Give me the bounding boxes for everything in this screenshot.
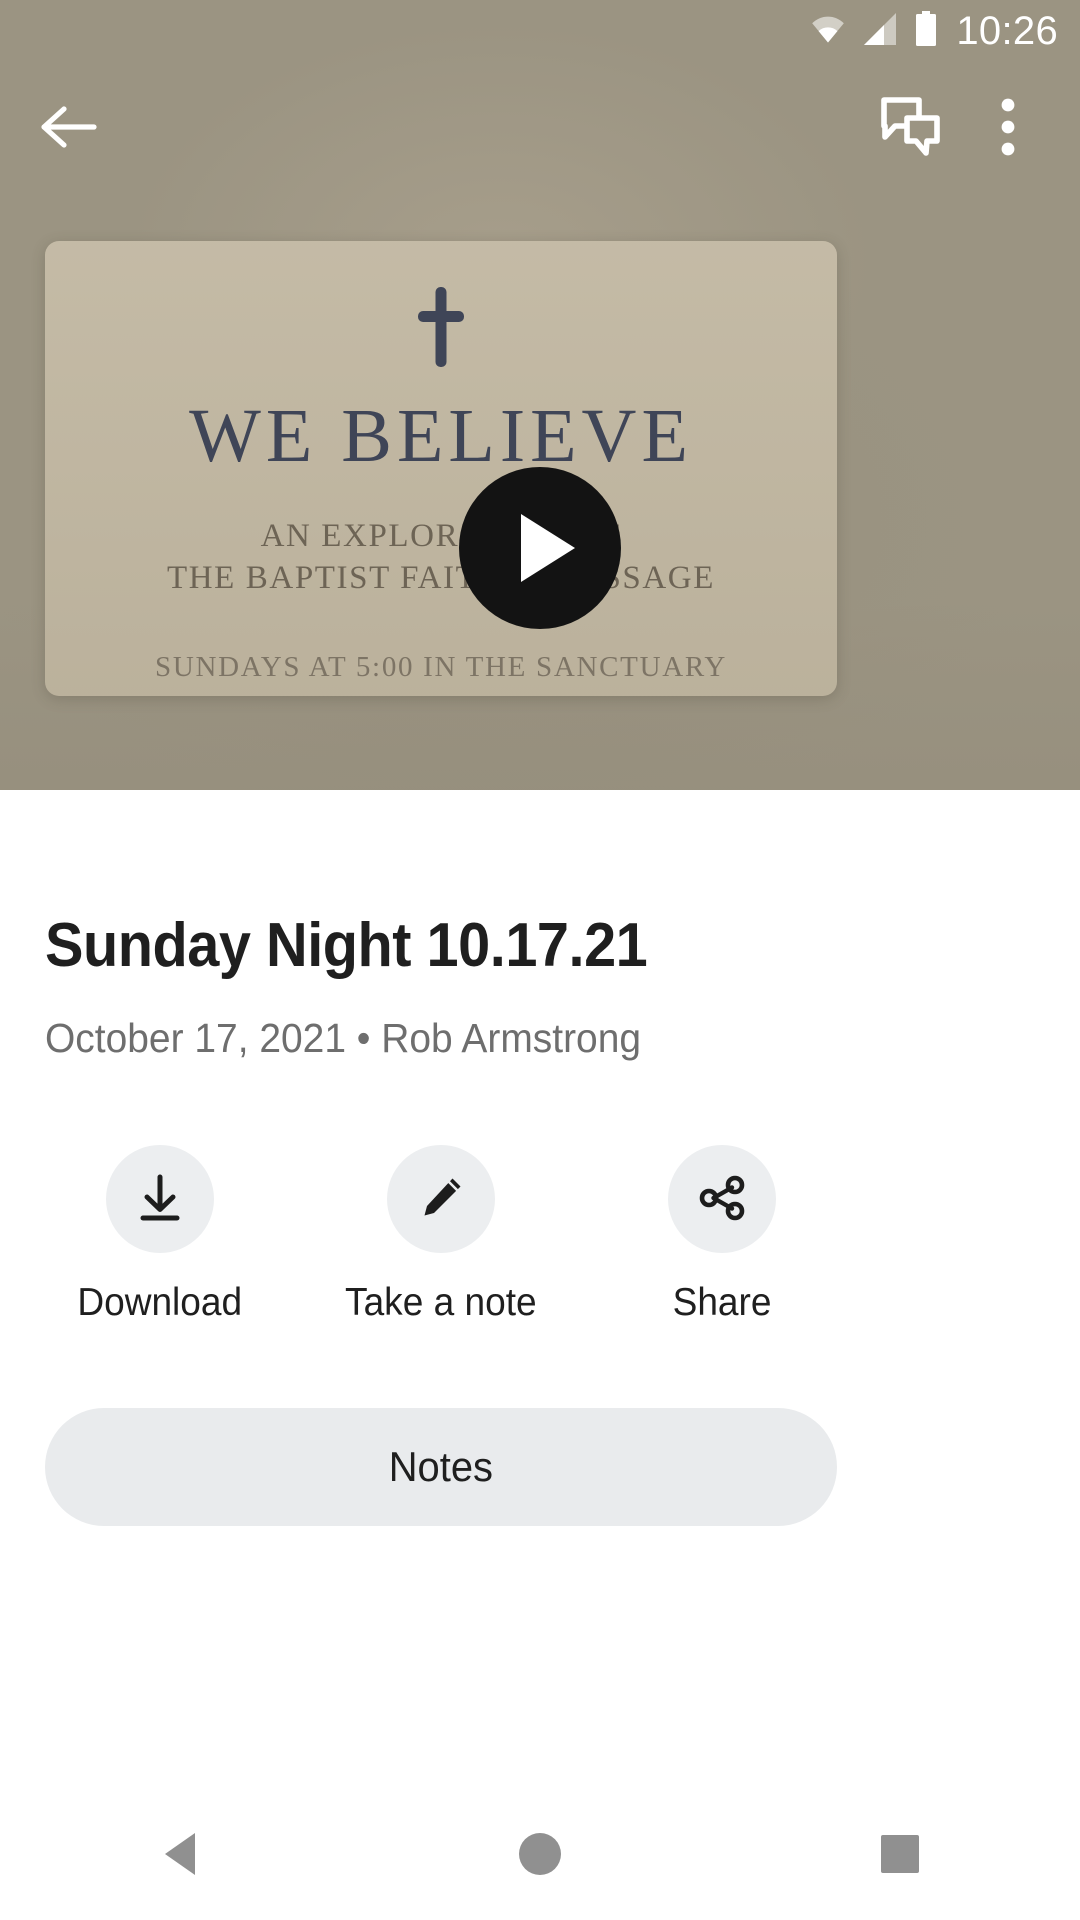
chat-bubbles-icon	[879, 96, 945, 161]
back-button[interactable]	[34, 80, 122, 176]
battery-icon	[914, 10, 938, 52]
video-thumbnail-card[interactable]: WE BELIEVE AN EXPLORATION OF THE BAPTIST…	[45, 241, 837, 696]
download-button-circle	[106, 1145, 214, 1253]
thumbnail-footer: SUNDAYS AT 5:00 IN THE SANCTUARY	[155, 651, 727, 684]
nav-recents-button[interactable]	[820, 1788, 980, 1920]
overflow-menu-button[interactable]	[972, 80, 1044, 176]
share-button-circle	[668, 1145, 776, 1253]
app-bar	[0, 64, 1080, 192]
android-nav-bar	[0, 1788, 1080, 1920]
download-button-label: Download	[77, 1281, 243, 1324]
chat-button[interactable]	[864, 80, 960, 176]
share-icon	[694, 1170, 750, 1229]
nav-back-triangle-icon	[165, 1833, 195, 1875]
cellular-signal-icon	[862, 12, 900, 51]
download-button[interactable]: Download	[45, 1145, 275, 1322]
overflow-menu-icon	[1001, 98, 1015, 159]
nav-home-button[interactable]	[460, 1788, 620, 1920]
take-a-note-button-circle	[387, 1145, 495, 1253]
notes-button[interactable]: Notes	[45, 1408, 837, 1526]
thumbnail-content: WE BELIEVE AN EXPLORATION OF THE BAPTIST…	[45, 241, 837, 696]
status-bar-clock: 10:26	[956, 9, 1058, 53]
pencil-icon	[413, 1170, 469, 1229]
thumbnail-subtitle-line2: THE BAPTIST FAITH & MESSAGE	[166, 559, 715, 596]
share-button-label: Share	[672, 1281, 772, 1324]
nav-recents-square-icon	[881, 1835, 919, 1873]
take-a-note-button[interactable]: Take a note	[326, 1145, 556, 1322]
cross-icon	[406, 285, 476, 374]
thumbnail-title: WE BELIEVE	[189, 394, 693, 478]
back-arrow-icon	[38, 103, 98, 154]
status-bar-icons	[808, 10, 938, 52]
nav-back-button[interactable]	[100, 1788, 260, 1920]
page-title: Sunday Night 10.17.21	[45, 911, 648, 980]
notes-button-label: Notes	[388, 1443, 494, 1490]
play-triangle-icon	[521, 514, 575, 582]
content-area: Sunday Night 10.17.21 October 17, 2021 •…	[0, 790, 1080, 1920]
share-button[interactable]: Share	[607, 1145, 837, 1322]
app-screen: 10:26 WE BELIEVE AN EXPLORATION OF THE B…	[0, 0, 1080, 1920]
item-meta: October 17, 2021 • Rob Armstrong	[45, 1015, 642, 1061]
nav-home-circle-icon	[519, 1833, 561, 1875]
status-bar: 10:26	[0, 0, 1080, 62]
play-button[interactable]	[459, 467, 621, 629]
download-icon	[132, 1170, 188, 1229]
take-a-note-button-label: Take a note	[345, 1281, 537, 1324]
wifi-icon	[808, 13, 848, 50]
action-row: Download Take a note Share	[45, 1145, 837, 1322]
